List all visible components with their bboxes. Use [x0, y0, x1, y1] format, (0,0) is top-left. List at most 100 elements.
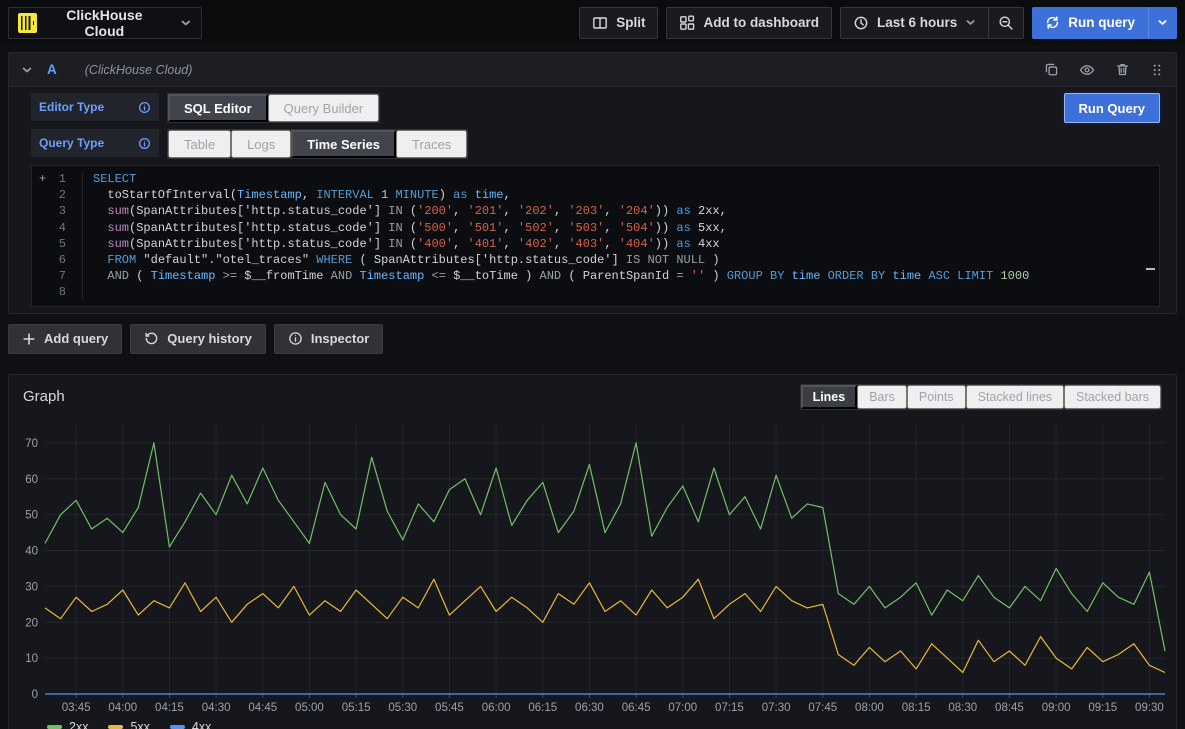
zoom-out-time-button[interactable]	[989, 7, 1024, 39]
datasource-picker[interactable]: ClickHouse Cloud	[8, 7, 202, 39]
legend-label: 2xx	[69, 720, 88, 729]
graph-style-option-stacked-lines[interactable]: Stacked lines	[966, 385, 1064, 409]
sql-code-text: sum(SpanAttributes['http.status_code'] I…	[82, 220, 1159, 236]
x-axis-tick-label: 09:00	[1042, 702, 1071, 713]
x-axis-tick-label: 06:00	[482, 702, 511, 713]
chevron-down-icon	[965, 17, 976, 28]
series-line-2xx[interactable]	[45, 443, 1165, 651]
editor-run-query-button[interactable]: Run Query	[1064, 93, 1160, 123]
explore-toolbar: ClickHouse Cloud Split Add to dashboard …	[0, 0, 1185, 45]
legend-item-2xx[interactable]: 2xx	[47, 720, 88, 729]
editor-type-option-query-builder[interactable]: Query Builder	[268, 94, 379, 122]
run-query-dropdown[interactable]	[1148, 7, 1177, 39]
query-type-option-table[interactable]: Table	[168, 130, 231, 158]
legend-swatch-4xx	[170, 725, 185, 729]
x-axis-tick-label: 05:15	[342, 702, 371, 713]
add-to-dashboard-label: Add to dashboard	[703, 15, 819, 30]
query-row-header[interactable]: A (ClickHouse Cloud)	[9, 53, 1176, 87]
y-axis-tick-label: 30	[25, 581, 38, 593]
legend-swatch-5xx	[108, 725, 123, 729]
line-number: 3	[32, 203, 82, 219]
query-history-button[interactable]: Query history	[130, 324, 266, 354]
x-axis-tick-label: 09:30	[1135, 702, 1164, 713]
delete-query-trash-icon[interactable]	[1115, 62, 1130, 77]
editor-type-option-sql-editor[interactable]: SQL Editor	[168, 94, 268, 122]
collapse-chevron-icon[interactable]	[21, 64, 33, 76]
add-query-label: Add query	[44, 331, 108, 346]
x-axis-tick-label: 08:15	[902, 702, 931, 713]
x-axis-tick-label: 04:30	[202, 702, 231, 713]
line-number: +1	[32, 171, 82, 187]
x-axis-tick-label: 07:15	[715, 702, 744, 713]
sql-code-text: sum(SpanAttributes['http.status_code'] I…	[82, 203, 1159, 219]
run-query-button[interactable]: Run query	[1032, 7, 1148, 39]
query-type-option-logs[interactable]: Logs	[231, 130, 291, 158]
sql-line-5[interactable]: 5 sum(SpanAttributes['http.status_code']…	[32, 236, 1159, 252]
clickhouse-logo-icon	[18, 13, 37, 33]
split-button[interactable]: Split	[579, 7, 658, 39]
add-to-dashboard-button[interactable]: Add to dashboard	[666, 7, 832, 39]
info-circle-icon	[288, 331, 303, 346]
sql-line-7[interactable]: 7 AND ( Timestamp >= $__fromTime AND Tim…	[32, 268, 1159, 284]
sql-code-text: toStartOfInterval(Timestamp, INTERVAL 1 …	[82, 187, 1159, 203]
x-axis-tick-label: 07:45	[808, 702, 837, 713]
legend-item-5xx[interactable]: 5xx	[108, 720, 149, 729]
x-axis-tick-label: 06:30	[575, 702, 604, 713]
legend-label: 4xx	[192, 720, 211, 729]
sql-line-2[interactable]: 2 toStartOfInterval(Timestamp, INTERVAL …	[32, 187, 1159, 203]
graph-style-option-points[interactable]: Points	[907, 385, 966, 409]
query-type-option-traces[interactable]: Traces	[396, 130, 467, 158]
editor-type-label-chip: Editor Type	[31, 93, 159, 121]
editor-type-label: Editor Type	[39, 100, 104, 114]
duplicate-query-icon[interactable]	[1044, 62, 1059, 77]
legend-item-4xx[interactable]: 4xx	[170, 720, 211, 729]
graph-style-radio-group: LinesBarsPointsStacked linesStacked bars	[800, 384, 1162, 410]
line-number: 5	[32, 236, 82, 252]
graph-style-option-stacked-bars[interactable]: Stacked bars	[1064, 385, 1161, 409]
x-axis-tick-label: 08:45	[995, 702, 1024, 713]
sql-code-text: FROM "default"."otel_traces" WHERE ( Spa…	[82, 252, 1159, 268]
datasource-label: ClickHouse Cloud	[46, 7, 162, 39]
add-query-button[interactable]: Add query	[8, 324, 122, 354]
sql-line-8[interactable]: 8	[32, 284, 1159, 300]
query-type-option-time-series[interactable]: Time Series	[291, 130, 396, 158]
query-row-body: Run Query Editor Type SQL EditorQuery Bu…	[9, 87, 1176, 313]
graph-chart-area[interactable]: 01020304050607003:4504:0004:1504:3004:45…	[9, 413, 1176, 729]
query-type-row: Query Type TableLogsTime SeriesTraces	[31, 129, 1160, 159]
sql-code-text: AND ( Timestamp >= $__fromTime AND Times…	[82, 268, 1159, 284]
x-axis-tick-label: 07:30	[762, 702, 791, 713]
info-circle-icon[interactable]	[138, 101, 151, 114]
time-range-label: Last 6 hours	[877, 15, 957, 30]
add-line-plus-icon[interactable]: +	[39, 171, 46, 187]
line-number: 7	[32, 268, 82, 284]
hide-query-eye-icon[interactable]	[1079, 62, 1095, 78]
sql-line-6[interactable]: 6 FROM "default"."otel_traces" WHERE ( S…	[32, 252, 1159, 268]
x-axis-tick-label: 05:30	[388, 702, 417, 713]
info-circle-icon[interactable]	[138, 137, 151, 150]
drag-handle-icon[interactable]	[1150, 63, 1164, 77]
y-axis-tick-label: 70	[25, 438, 38, 450]
graph-canvas[interactable]: 01020304050607003:4504:0004:1504:3004:45…	[15, 413, 1172, 713]
graph-style-option-bars[interactable]: Bars	[857, 385, 907, 409]
explore-footer-actions: Add query Query history Inspector	[8, 324, 1177, 354]
sql-line-1[interactable]: +1SELECT	[32, 171, 1159, 187]
sql-line-4[interactable]: 4 sum(SpanAttributes['http.status_code']…	[32, 220, 1159, 236]
query-editor-panel: A (ClickHouse Cloud) Run Query Editor Ty…	[8, 52, 1177, 314]
sql-line-3[interactable]: 3 sum(SpanAttributes['http.status_code']…	[32, 203, 1159, 219]
query-ref-id: A	[47, 62, 57, 77]
plus-icon	[22, 332, 36, 346]
split-icon	[592, 15, 608, 31]
toolbar-actions: Split Add to dashboard Last 6 hours	[579, 7, 1177, 39]
query-type-label-chip: Query Type	[31, 129, 159, 157]
graph-panel: Graph LinesBarsPointsStacked linesStacke…	[8, 374, 1177, 729]
x-axis-tick-label: 07:00	[668, 702, 697, 713]
sql-code-editor[interactable]: +1SELECT2 toStartOfInterval(Timestamp, I…	[31, 165, 1160, 307]
query-row-actions	[1044, 62, 1164, 78]
query-type-radio-group: TableLogsTime SeriesTraces	[167, 129, 468, 159]
query-datasource-hint: (ClickHouse Cloud)	[85, 63, 193, 77]
time-range-picker[interactable]: Last 6 hours	[840, 7, 989, 39]
graph-style-option-lines[interactable]: Lines	[801, 385, 858, 409]
editor-type-row: Editor Type SQL EditorQuery Builder	[31, 93, 1160, 123]
chevron-down-icon	[1157, 17, 1168, 28]
inspector-button[interactable]: Inspector	[274, 324, 384, 354]
